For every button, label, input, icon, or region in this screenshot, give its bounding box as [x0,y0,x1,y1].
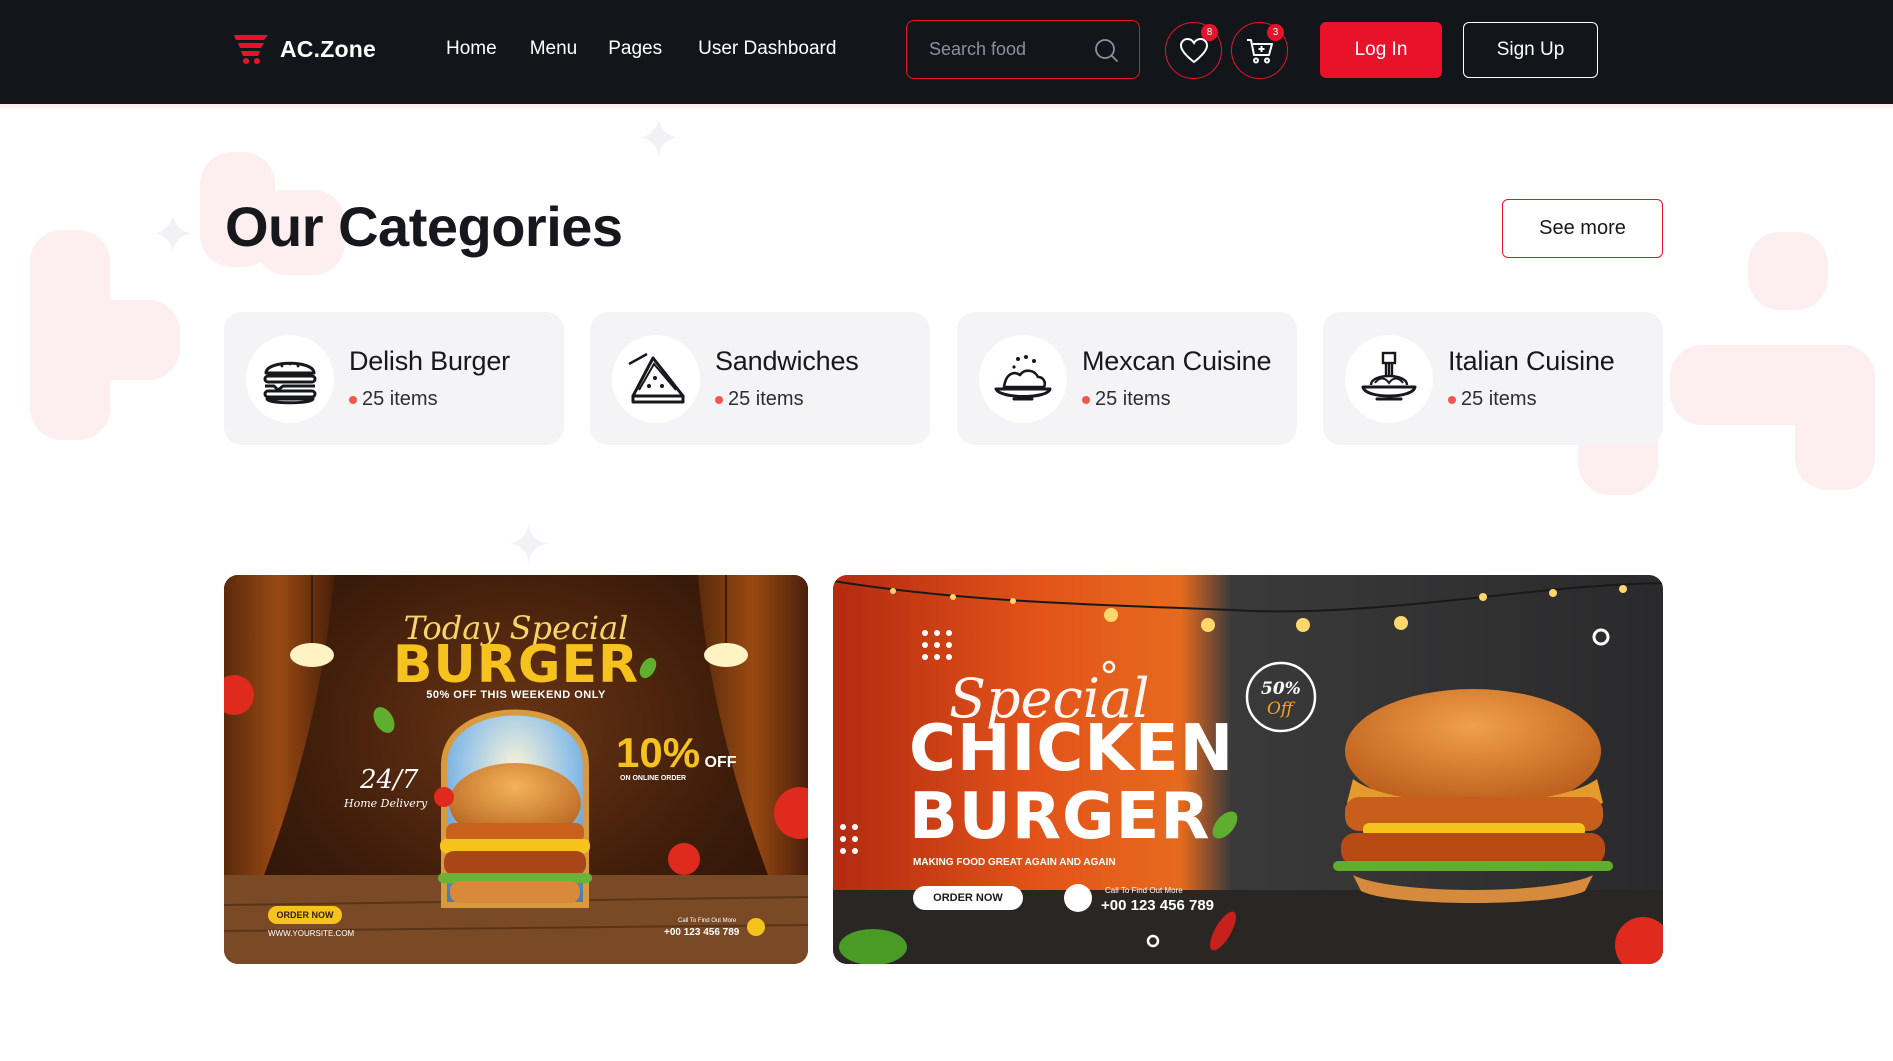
cart-count-badge: 3 [1267,24,1284,41]
nav-user-dashboard[interactable]: User Dashboard [698,38,836,60]
category-count-text: 25 items [1095,388,1171,410]
top-header: AC.Zone Home Menu Pages User Dashboard 8… [0,0,1893,104]
offer-percent-value: 10% [616,729,701,776]
search-icon[interactable] [1093,37,1119,63]
login-button[interactable]: Log In [1320,22,1442,78]
promo-banner-today-special[interactable]: Today Special BURGER 50% OFF THIS WEEKEN… [224,575,808,964]
brand-logo[interactable]: AC.Zone [232,31,376,67]
banner-headline: BURGER [392,635,640,695]
favorites-count-badge: 8 [1201,24,1218,41]
signup-button[interactable]: Sign Up [1463,22,1598,78]
category-count-text: 25 items [362,388,438,410]
offer-note: ON ONLINE ORDER [620,775,687,782]
order-now-button[interactable]: ORDER NOW [913,892,1023,904]
call-note: Call To Find Out More [1105,886,1183,895]
category-text: Delish Burger 25 items [349,346,510,411]
category-card[interactable]: Delish Burger 25 items [224,312,564,445]
favorites-button[interactable]: 8 [1165,22,1222,79]
phone-number: +00 123 456 789 [1101,897,1215,914]
main-nav: Home Menu Pages User Dashboard [446,38,836,60]
category-icon-circle [246,334,334,423]
call-note: Call To Find Out More [678,918,737,924]
category-text: Sandwiches 25 items [715,346,859,411]
status-dot [1448,395,1456,404]
category-count: 25 items [349,388,510,411]
category-text: Italian Cuisine 25 items [1448,346,1615,411]
mexican-dish-icon [994,354,1052,400]
order-now-button[interactable]: ORDER NOW [268,910,342,920]
discount-badge-label: Off [1267,699,1293,719]
pasta-icon [1361,351,1417,400]
nav-home[interactable]: Home [446,38,497,60]
burger-icon [263,361,317,404]
search-box [906,20,1140,79]
discount-badge-value: 50% [1261,679,1301,699]
category-icon-circle [1345,334,1433,423]
category-name: Delish Burger [349,346,510,376]
category-icon-circle [979,334,1067,423]
status-dot [1082,395,1090,404]
status-dot [715,395,723,404]
promo-banner-chicken-burger[interactable]: Special CHICKEN BURGER MAKING FOOD GREAT… [833,575,1663,964]
brand-name: AC.Zone [280,35,376,62]
banner-subline: 50% OFF THIS WEEKEND ONLY [426,689,606,701]
category-card[interactable]: Mexcan Cuisine 25 items [957,312,1297,445]
background-blob [1795,345,1875,490]
offer-percent-label: OFF [704,754,737,771]
category-card[interactable]: Italian Cuisine 25 items [1323,312,1663,445]
delivery-hours: 24/7 [360,765,419,795]
category-list: Delish Burger 25 items Sandwiches 25 ite… [224,312,1663,445]
category-card[interactable]: Sandwiches 25 items [590,312,930,445]
heart-icon [1179,37,1208,63]
banner-headline-line-2: BURGER [909,780,1211,854]
category-name: Mexcan Cuisine [1082,346,1272,376]
delivery-label: Home Delivery [344,797,428,810]
nav-pages[interactable]: Pages [608,38,662,60]
cart-icon [1246,38,1273,63]
cart-button[interactable]: 3 [1231,22,1288,79]
category-name: Sandwiches [715,346,859,376]
background-sparkle: ✦ [506,513,552,576]
category-text: Mexcan Cuisine 25 items [1082,346,1271,411]
website-text: WWW.YOURSITE.COM [268,929,355,938]
banner-headline-line-1: CHICKEN [909,712,1235,786]
category-name: Italian Cuisine [1448,346,1615,376]
category-count-text: 25 items [1461,388,1537,410]
category-count: 25 items [1082,388,1271,411]
search-input[interactable] [929,39,1079,60]
see-more-button[interactable]: See more [1502,199,1663,258]
nav-menu[interactable]: Menu [530,38,578,60]
category-count: 25 items [1448,388,1615,411]
offer-percent: 10% OFF [616,729,737,777]
phone-number: +00 123 456 789 [664,927,740,938]
sandwich-icon [628,352,685,403]
background-blob [30,300,180,380]
category-count: 25 items [715,388,859,411]
status-dot [349,395,357,404]
background-sparkle: ✦ [150,203,196,266]
background-sparkle: ✦ [636,107,682,170]
category-count-text: 25 items [728,388,804,410]
section-title: Our Categories [225,195,623,258]
banner-tagline: MAKING FOOD GREAT AGAIN AND AGAIN [913,857,1116,868]
background-blob [1748,232,1828,310]
category-icon-circle [612,334,700,423]
cart-logo-icon [234,35,268,64]
